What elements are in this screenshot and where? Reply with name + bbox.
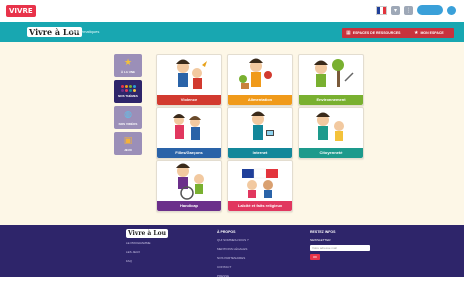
footer-link[interactable]: QUI SOMMES-NOUS ?: [217, 238, 249, 242]
my-space-button[interactable]: ★ MON ESPACE: [410, 28, 454, 38]
theme-tile-citoyennete[interactable]: Citoyenneté: [298, 107, 364, 159]
side-item-label: NOS VIDÉOS: [118, 121, 138, 126]
theme-tile-environnement[interactable]: Environnement: [298, 54, 364, 106]
footer-link[interactable]: LES JEUX: [126, 250, 151, 254]
footer-link[interactable]: CONTACT: [217, 265, 249, 269]
footer-link[interactable]: MENTIONS LÉGALES: [217, 247, 249, 251]
resources-button[interactable]: ▦ ESPACES DE RESSOURCES: [342, 28, 412, 38]
side-item-themes[interactable]: NOS THÈMES: [114, 80, 142, 103]
footer-column-title: À PROPOS: [217, 230, 236, 234]
gift-icon: ▣: [123, 135, 133, 146]
side-item-label: NOS THÈMES: [118, 94, 138, 98]
tile-label: Citoyenneté: [299, 148, 363, 158]
food-illustration: [239, 58, 272, 89]
tile-label: Violence: [157, 95, 221, 105]
laicite-illustration: [242, 168, 278, 198]
resources-button-label: ESPACES DE RESSOURCES: [352, 31, 401, 35]
theme-tile-alimentation[interactable]: Alimentation: [227, 54, 293, 106]
globe-icon: ◍: [124, 109, 132, 120]
theme-tile-laicite[interactable]: Laïcité et faits religieux: [227, 160, 293, 212]
handicap-illustration: [176, 163, 204, 200]
tile-label: Environnement: [299, 95, 363, 105]
newsletter-email-input[interactable]: Votre adresse mail: [310, 245, 370, 251]
violence-illustration: [176, 59, 207, 89]
newsletter-label: NEWSLETTER: [310, 238, 331, 242]
top-right-tools: ▾ ⋮: [376, 5, 456, 15]
my-space-button-label: MON ESPACE: [420, 31, 444, 35]
star-icon: ★: [414, 30, 419, 36]
tile-label: Internet: [228, 148, 292, 158]
footer-link[interactable]: LE PROGRAMME: [126, 241, 151, 245]
tile-label: Alimentation: [228, 95, 292, 105]
site-logo[interactable]: VIVRE: [6, 5, 36, 17]
main-content: ★ À LA UNE NOS THÈMES ◍ NOS VIDÉOS ▣ JEU…: [0, 42, 464, 225]
theme-tile-violence[interactable]: Violence: [156, 54, 222, 106]
site-header: Vivre à Lou Les thématiques ▦ ESPACES DE…: [0, 22, 464, 42]
theme-tile-internet[interactable]: Internet: [227, 107, 293, 159]
footer-brand-logo[interactable]: Vivre à Lou: [126, 229, 168, 238]
user-toggle[interactable]: [417, 5, 443, 15]
side-item-label: JEUX: [124, 147, 132, 152]
grid-icon[interactable]: ⋮: [404, 5, 413, 15]
grid-icon: ▦: [346, 30, 351, 36]
footer-link[interactable]: FAQ: [126, 259, 151, 263]
side-item-label: À LA UNE: [120, 69, 136, 74]
environment-illustration: [314, 59, 354, 87]
theme-tile-filles-garcons[interactable]: Filles/Garçons: [156, 107, 222, 159]
tile-label: Handicap: [157, 201, 221, 211]
chevron-down-icon[interactable]: ▾: [391, 5, 400, 15]
tile-label: Laïcité et faits religieux: [228, 201, 292, 211]
footer-column-title: RESTEZ INFOS: [310, 230, 336, 234]
site-footer: Vivre à Lou LE PROGRAMME LES JEUX FAQ À …: [0, 225, 464, 278]
top-bar: VIVRE ▾ ⋮: [0, 0, 464, 23]
star-icon: ★: [123, 57, 133, 68]
header-subtitle: Les thématiques: [70, 29, 100, 34]
girls-boys-illustration: [173, 114, 201, 140]
side-item-games[interactable]: ▣ JEUX: [114, 132, 142, 155]
footer-link[interactable]: PRESSE: [217, 274, 249, 278]
footer-column-about: À PROPOS QUI SOMMES-NOUS ? MENTIONS LÉGA…: [217, 230, 249, 283]
profile-icon[interactable]: [447, 5, 456, 15]
footer-link[interactable]: NOS PARTENAIRES: [217, 256, 249, 260]
footer-column-program: LE PROGRAMME LES JEUX FAQ: [126, 241, 151, 268]
tile-label: Filles/Garçons: [157, 148, 221, 158]
french-flag-icon[interactable]: [376, 5, 387, 15]
citizenship-illustration: [316, 112, 344, 141]
side-item-featured[interactable]: ★ À LA UNE: [114, 54, 142, 77]
side-item-videos[interactable]: ◍ NOS VIDÉOS: [114, 106, 142, 129]
theme-tile-handicap[interactable]: Handicap: [156, 160, 222, 212]
dots-grid-icon: [120, 85, 136, 92]
footer-column-newsletter: RESTEZ INFOS NEWSLETTER Votre adresse ma…: [310, 230, 370, 260]
internet-illustration: [251, 111, 274, 140]
newsletter-submit-button[interactable]: OK: [310, 254, 320, 260]
